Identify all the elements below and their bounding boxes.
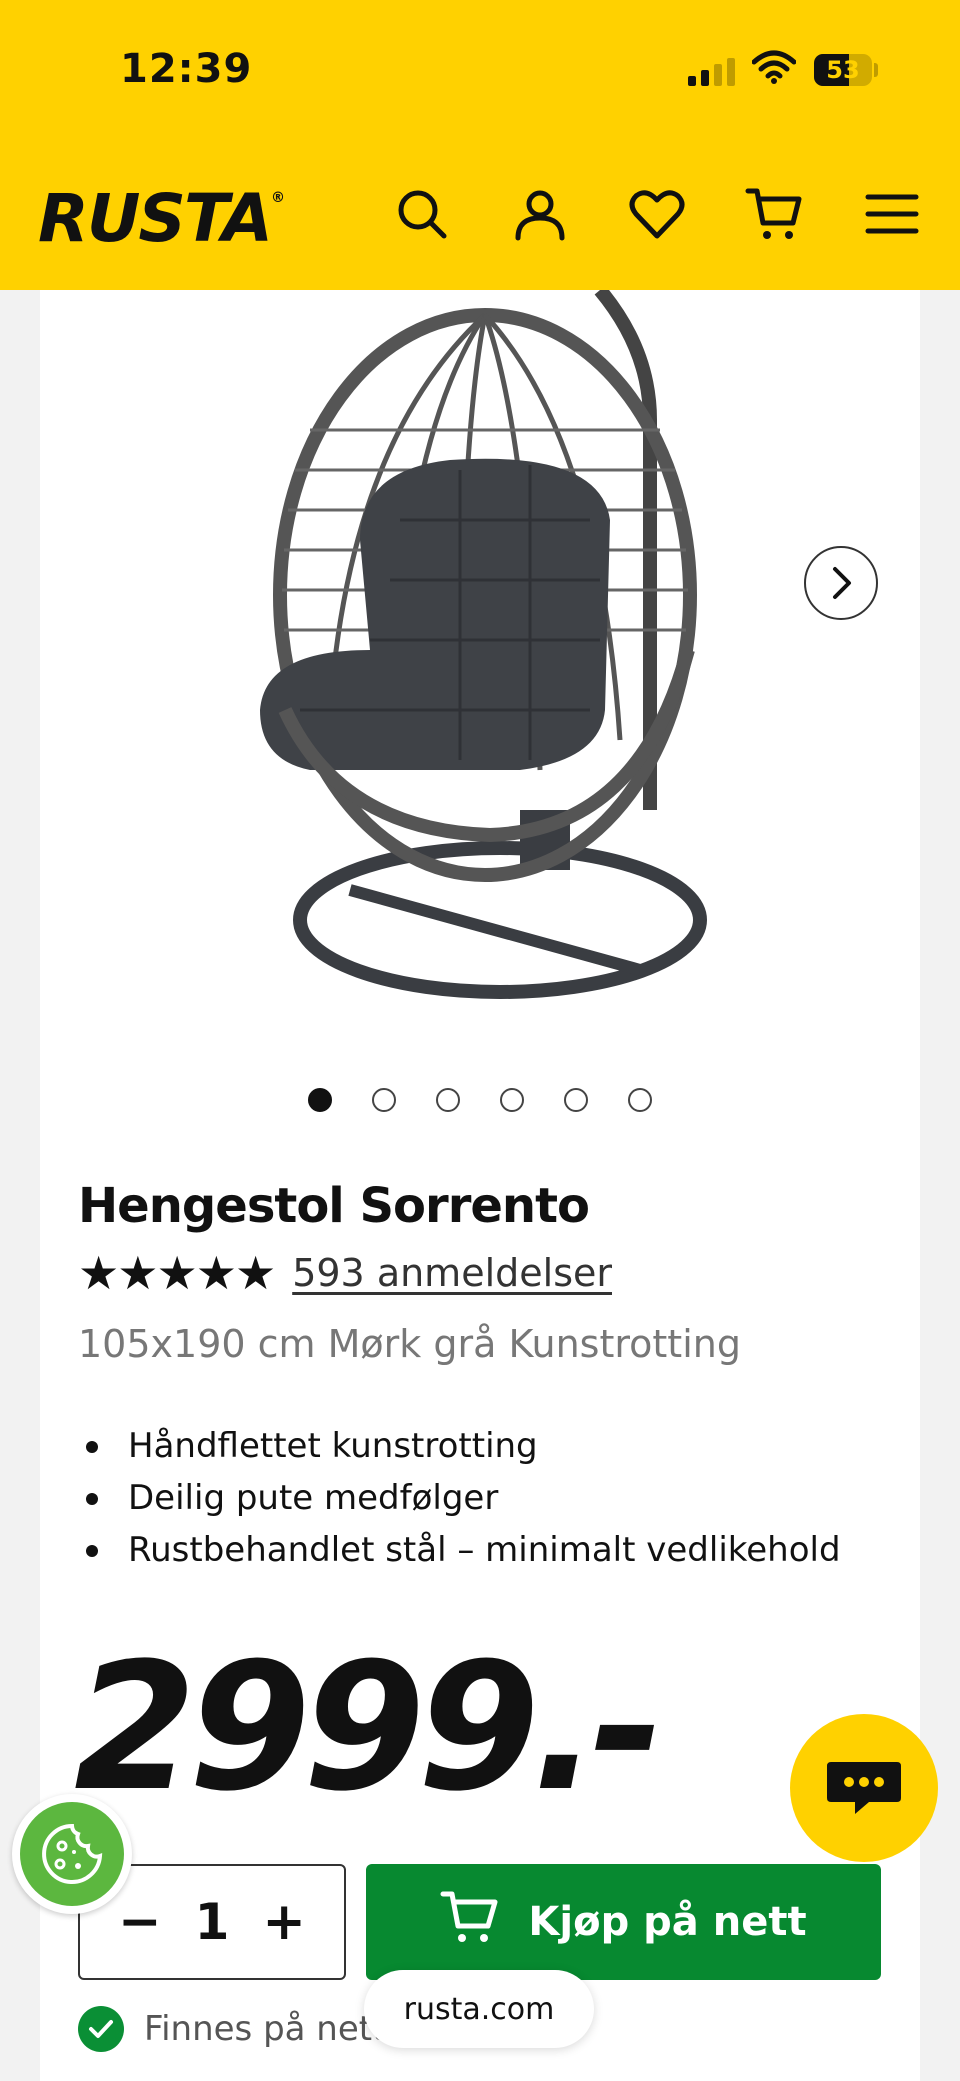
product-image[interactable] [220,285,740,1050]
gallery-dots [308,1088,652,1112]
cookie-settings-button[interactable] [12,1794,132,1914]
product-title: Hengestol Sorrento [78,1178,590,1234]
wifi-icon [751,50,797,88]
gallery-dot[interactable] [500,1088,524,1112]
list-item: Håndflettet kunstrotting [78,1420,841,1472]
gallery-dot[interactable] [372,1088,396,1112]
product-price: 2999.- [74,1625,664,1830]
check-icon [78,2006,124,2052]
buy-online-button[interactable]: Kjøp på nett [366,1864,881,1980]
chat-bubble-icon [827,1762,901,1814]
status-time: 12:39 [120,46,253,92]
search-icon[interactable] [392,184,452,244]
next-image-button[interactable] [804,546,878,620]
list-item: Rustbehandlet stål – minimalt vedlikehol… [78,1524,841,1576]
cart-icon [440,1888,500,1956]
battery-icon: 53 [814,54,872,86]
header: 12:39 53 RUSTA® [0,0,960,290]
menu-icon[interactable] [862,184,922,244]
stock-text: Finnes på nett [144,2009,386,2049]
gallery-dot[interactable] [308,1088,332,1112]
chat-button[interactable] [790,1714,938,1862]
buy-online-label: Kjøp på nett [528,1899,807,1945]
reviews-link[interactable]: 593 anmeldelser [292,1251,612,1295]
product-rating: ★★★★★ 593 anmeldelser [78,1250,612,1296]
account-icon[interactable] [510,184,570,244]
browser-url-bar[interactable]: rusta.com [364,1970,594,2048]
cart-icon[interactable] [744,184,804,244]
feature-list: Håndflettet kunstrotting Deilig pute med… [78,1420,841,1576]
gallery-dot[interactable] [564,1088,588,1112]
cookie-icon [20,1802,124,1906]
gallery-dot[interactable] [436,1088,460,1112]
cellular-signal-icon [688,58,735,86]
stock-status: Finnes på nett [78,2006,385,2052]
gallery-dot[interactable] [628,1088,652,1112]
product-variant: 105x190 cm Mørk grå Kunstrotting [78,1322,741,1366]
rusta-logo[interactable]: RUSTA® [38,180,285,257]
increase-quantity-button[interactable]: + [262,1896,306,1948]
battery-tip [874,63,878,77]
list-item: Deilig pute medfølger [78,1472,841,1524]
star-rating-icon: ★★★★★ [78,1246,276,1300]
decrease-quantity-button[interactable]: − [118,1896,162,1948]
url-text: rusta.com [403,1991,555,2027]
battery-level: 53 [826,56,860,84]
quantity-value[interactable]: 1 [195,1893,230,1951]
heart-icon[interactable] [627,184,687,244]
